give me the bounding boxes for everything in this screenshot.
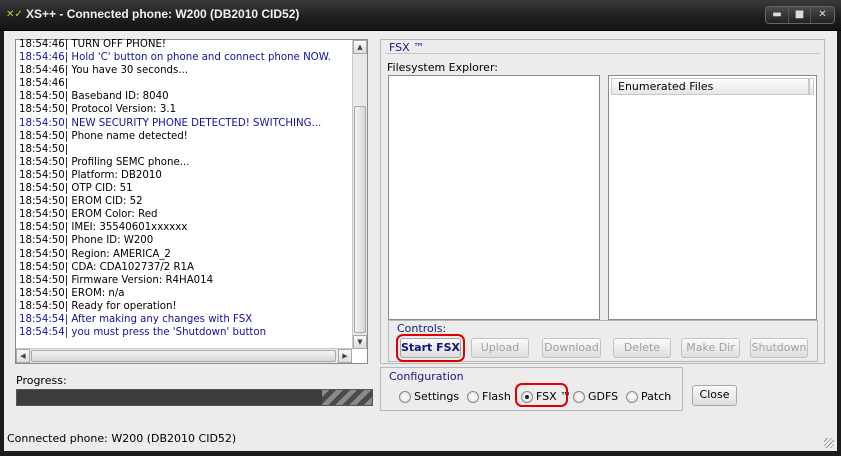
close-icon[interactable]: ✕ [810, 7, 834, 23]
scroll-thumb[interactable] [31, 350, 336, 362]
filesystem-tree[interactable] [388, 75, 600, 320]
enumerated-files-header[interactable]: Enumerated Files [611, 78, 809, 95]
window-controls: ▬ ■ ✕ [765, 6, 835, 24]
scroll-down-icon[interactable]: ▼ [353, 335, 367, 349]
radio-label: Settings [414, 390, 460, 403]
radio-label: GDFS [588, 390, 619, 403]
log-line: 18:54:50| EROM: n/a [19, 287, 125, 299]
radio-gdfs[interactable]: GDFS [573, 390, 618, 403]
scroll-thumb[interactable] [354, 106, 366, 333]
radio-label: Patch [641, 390, 672, 403]
log-horizontal-scrollbar[interactable]: ◀ ▶ [16, 348, 352, 363]
log-line: 18:54:50| IMEI: 35540601xxxxxx [19, 222, 188, 234]
log-line: 18:54:46| Hold 'C' button on phone and c… [19, 52, 331, 64]
progress-label: Progress: [16, 374, 67, 387]
upload-button[interactable]: Upload [471, 338, 529, 358]
column-header-filler [809, 78, 814, 95]
radio-flash[interactable]: Flash [467, 390, 511, 403]
log-line: 18:54:50| Region: AMERICA_2 [19, 248, 171, 260]
close-button[interactable]: Close [692, 385, 737, 406]
status-text: Connected phone: W200 (DB2010 CID52) [7, 432, 237, 445]
enumerated-files-list[interactable]: Enumerated Files [608, 75, 817, 320]
log-line: 18:54:50| [19, 143, 69, 155]
log-vertical-scrollbar[interactable]: ▲ ▼ [352, 40, 367, 349]
delete-button[interactable]: Delete [613, 338, 671, 358]
log-line: 18:54:46| [19, 78, 69, 90]
log-line: 18:54:50| Profiling SEMC phone... [19, 156, 190, 168]
radio-patch[interactable]: Patch [626, 390, 671, 403]
maximize-icon[interactable]: ■ [788, 7, 810, 23]
log-line: 18:54:50| EROM CID: 52 [19, 196, 143, 208]
highlight-ring [515, 383, 568, 407]
log-line: 18:54:50| NEW SECURITY PHONE DETECTED! S… [19, 117, 322, 129]
progress-bar [16, 389, 373, 406]
minimize-icon[interactable]: ▬ [766, 7, 788, 23]
log-text: 18:54:46| TURN OFF PHONE! 18:54:46| Hold … [19, 38, 351, 348]
log-line: 18:54:50| OTP CID: 51 [19, 183, 133, 195]
log-line: 18:54:46| TURN OFF PHONE! [19, 39, 166, 50]
log-line: 18:54:50| Firmware Version: R4HA014 [19, 274, 214, 286]
radio-icon[interactable] [399, 390, 411, 403]
resize-grip-icon[interactable] [824, 438, 834, 448]
download-button[interactable]: Download [542, 338, 601, 358]
make-dir-button[interactable]: Make Dir [681, 338, 740, 358]
log-line: 18:54:50| Phone ID: W200 [19, 235, 154, 247]
scroll-left-icon[interactable]: ◀ [16, 349, 30, 363]
scroll-up-icon[interactable]: ▲ [353, 40, 367, 54]
log-line: 18:54:50| Ready for operation! [19, 300, 177, 312]
radio-icon[interactable] [573, 390, 585, 403]
title-bar: ✕✓ XS++ - Connected phone: W200 (DB2010 … [0, 0, 841, 31]
shutdown-button[interactable]: Shutdown [750, 338, 808, 358]
log-line: 18:54:50| Baseband ID: 8040 [19, 91, 169, 103]
scroll-right-icon[interactable]: ▶ [338, 349, 352, 363]
filesystem-explorer-label: Filesystem Explorer: [387, 61, 498, 74]
log-panel[interactable]: 18:54:46| TURN OFF PHONE! 18:54:46| Hold … [15, 39, 368, 364]
configuration-group: Configuration Settings Flash FSX ™ GDFS … [380, 367, 683, 411]
log-line: 18:54:50| Protocol Version: 3.1 [19, 104, 177, 116]
log-line: 18:54:46| You have 30 seconds... [19, 65, 189, 77]
highlight-ring [396, 334, 465, 362]
main-window: 18:54:46| TURN OFF PHONE! 18:54:46| Hold … [4, 31, 837, 451]
desktop-background [0, 451, 841, 456]
radio-icon[interactable] [626, 390, 638, 403]
radio-settings[interactable]: Settings [399, 390, 459, 403]
log-line: 18:54:50| Phone name detected! [19, 130, 188, 142]
log-line: 18:54:50| CDA: CDA102737/2 R1A [19, 261, 194, 273]
log-line: 18:54:50| EROM Color: Red [19, 209, 158, 221]
window-title: XS++ - Connected phone: W200 (DB2010 CID… [26, 7, 300, 21]
radio-icon[interactable] [467, 390, 479, 403]
log-line: 18:54:50| Platform: DB2010 [19, 169, 162, 181]
progress-indicator [322, 390, 372, 405]
controls-group: Controls: Start FSX Upload Download Dele… [388, 320, 818, 362]
divider [385, 53, 820, 54]
app-icon: ✕✓ [6, 9, 23, 20]
log-line: 18:54:54| After making any changes with … [19, 313, 253, 325]
radio-label: Flash [482, 390, 511, 403]
configuration-title: Configuration [389, 370, 464, 383]
status-bar: Connected phone: W200 (DB2010 CID52) [4, 428, 837, 451]
log-line: 18:54:54| you must press the 'Shutdown' … [19, 327, 267, 339]
fsx-panel: FSX ™ Filesystem Explorer: Enumerated Fi… [380, 39, 825, 364]
